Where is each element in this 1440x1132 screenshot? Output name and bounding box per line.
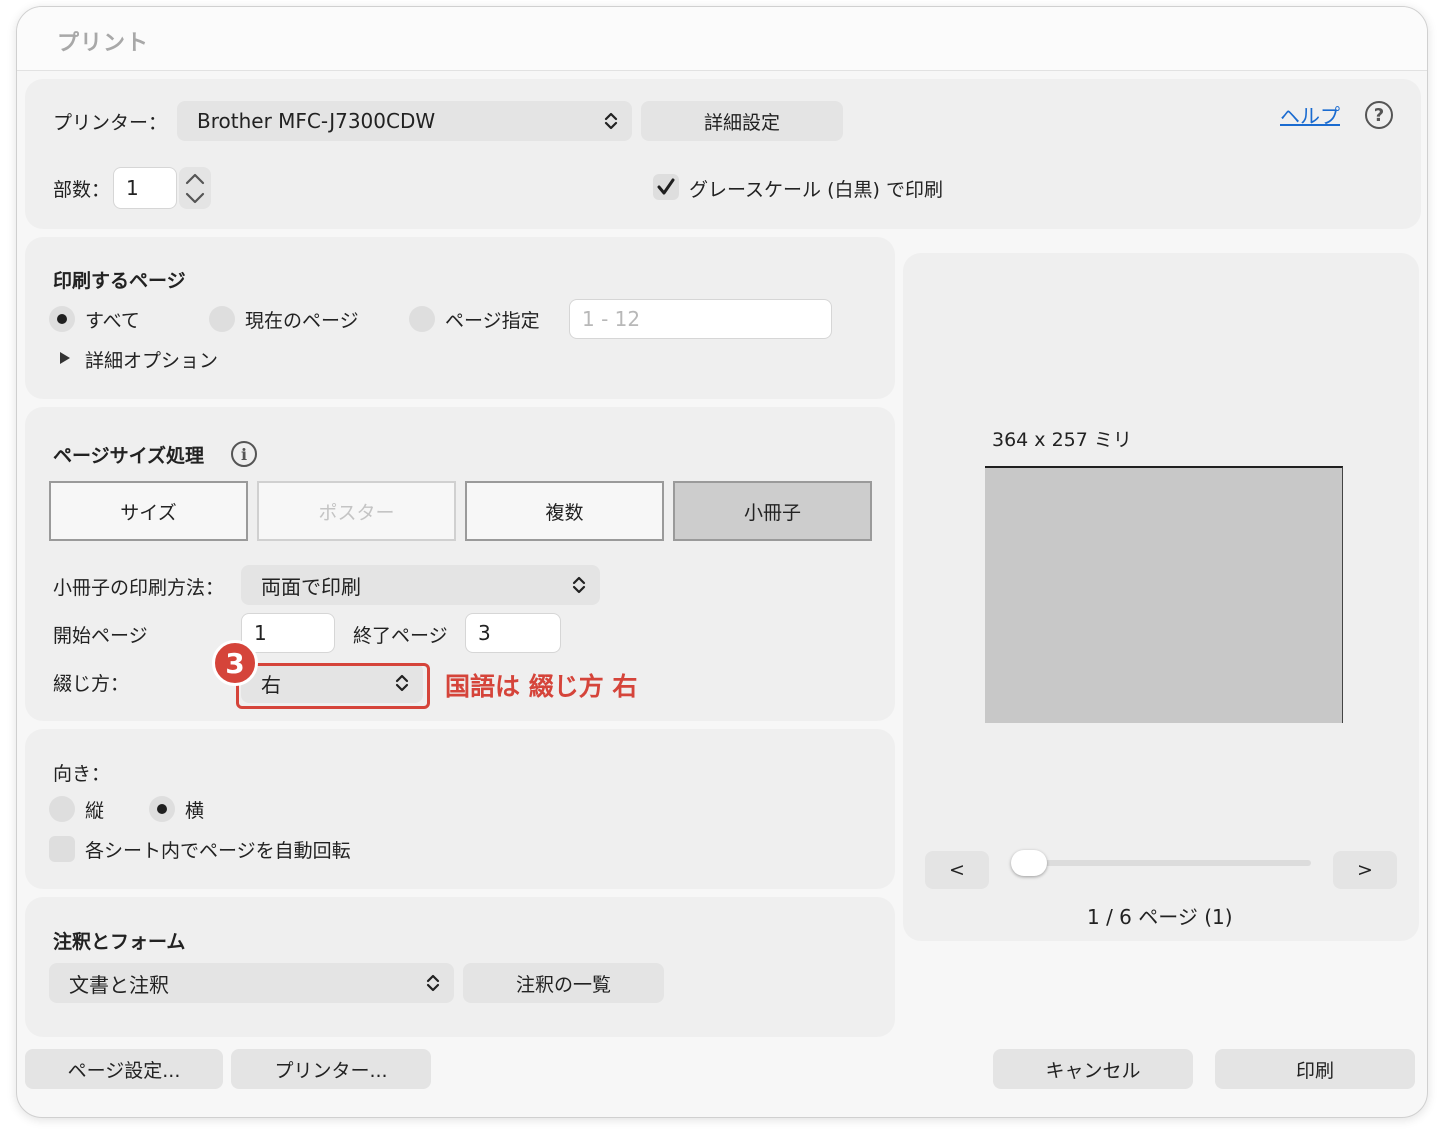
help-icon[interactable]: ? [1365,101,1393,129]
page-setup-button[interactable]: ページ設定... [25,1049,223,1089]
up-down-chevron-icon [426,974,440,992]
pages-heading: 印刷するページ [53,270,186,292]
print-button[interactable]: 印刷 [1215,1049,1415,1089]
comments-select-value: 文書と注釈 [69,972,169,997]
end-page-input[interactable]: 3 [465,613,561,653]
binding-label: 綴じ方： [53,673,130,695]
orientation-heading: 向き： [53,763,111,785]
printer-select-value: Brother MFC-J7300CDW [197,109,436,133]
preview-page [985,466,1343,723]
checkmark-icon [657,178,675,195]
auto-rotate-checkbox[interactable] [49,836,75,862]
printer-label: プリンター： [53,112,168,134]
pages-all-label: すべて [85,310,140,332]
copies-input[interactable]: 1 [113,167,177,209]
copies-stepper[interactable] [179,167,211,209]
orientation-portrait-radio[interactable] [49,796,75,822]
advanced-options-label[interactable]: 詳細オプション [85,346,218,373]
tab-booklet[interactable]: 小冊子 [673,481,872,541]
printer-select[interactable]: Brother MFC-J7300CDW [177,101,632,141]
page-range-placeholder: 1 - 12 [582,307,641,331]
annotation-highlight-box [236,663,430,709]
cancel-button[interactable]: キャンセル [993,1049,1193,1089]
grayscale-checkbox[interactable] [653,174,679,200]
window-title: プリント [57,31,150,56]
pages-range-radio[interactable] [409,306,435,332]
preview-next-button[interactable]: > [1333,851,1397,889]
booklet-method-label: 小冊子の印刷方法： [53,577,225,599]
pages-current-radio[interactable] [209,306,235,332]
info-icon[interactable]: i [231,441,257,467]
disclosure-triangle-icon[interactable] [59,351,71,365]
annotation-note: 国語は 綴じ方 右 [445,672,638,701]
orientation-landscape-label: 横 [185,800,205,822]
printer-details-button[interactable]: 詳細設定 [641,101,843,141]
title-bar: プリント [17,7,1427,71]
comments-heading: 注釈とフォーム [53,931,186,953]
end-page-label: 終了ページ [353,625,448,647]
tab-multiple[interactable]: 複数 [465,481,664,541]
page-range-input[interactable]: 1 - 12 [569,299,832,339]
grayscale-label: グレースケール (白黒) で印刷 [689,179,943,201]
booklet-method-select[interactable]: 両面で印刷 [241,565,600,605]
start-page-label: 開始ページ [53,625,148,647]
preview-page-indicator: 1 / 6 ページ (1) [1087,905,1233,929]
page-size-heading: ページサイズ処理 [53,445,205,467]
preview-prev-button[interactable]: < [925,851,989,889]
pages-range-label: ページ指定 [445,310,540,332]
orientation-landscape-radio[interactable] [149,796,175,822]
preview-size-label: 364 x 257 ミリ [992,429,1132,451]
booklet-method-value: 両面で印刷 [261,574,361,599]
up-down-chevron-icon [604,112,618,130]
preview-slider-knob[interactable] [1011,850,1047,876]
copies-label: 部数： [53,179,111,201]
printer-settings-button[interactable]: プリンター... [231,1049,431,1089]
start-page-input[interactable]: 1 [241,613,335,653]
comments-select[interactable]: 文書と注釈 [49,963,454,1003]
tab-size[interactable]: サイズ [49,481,248,541]
comments-list-button[interactable]: 注釈の一覧 [463,963,664,1003]
stepper-arrows-icon [185,173,205,204]
up-down-chevron-icon [572,576,586,594]
preview-slider-track[interactable] [1017,860,1311,866]
pages-current-label: 現在のページ [245,310,359,332]
annotation-step-badge: 3 [212,640,258,686]
help-link[interactable]: ヘルプ [1280,100,1340,129]
print-dialog: プリント プリンター： Brother MFC-J7300CDW 詳細設定 ヘル… [16,6,1428,1118]
pages-all-radio[interactable] [49,306,75,332]
orientation-portrait-label: 縦 [85,800,105,822]
auto-rotate-label: 各シート内でページを自動回転 [85,840,351,862]
tab-poster[interactable]: ポスター [257,481,456,541]
